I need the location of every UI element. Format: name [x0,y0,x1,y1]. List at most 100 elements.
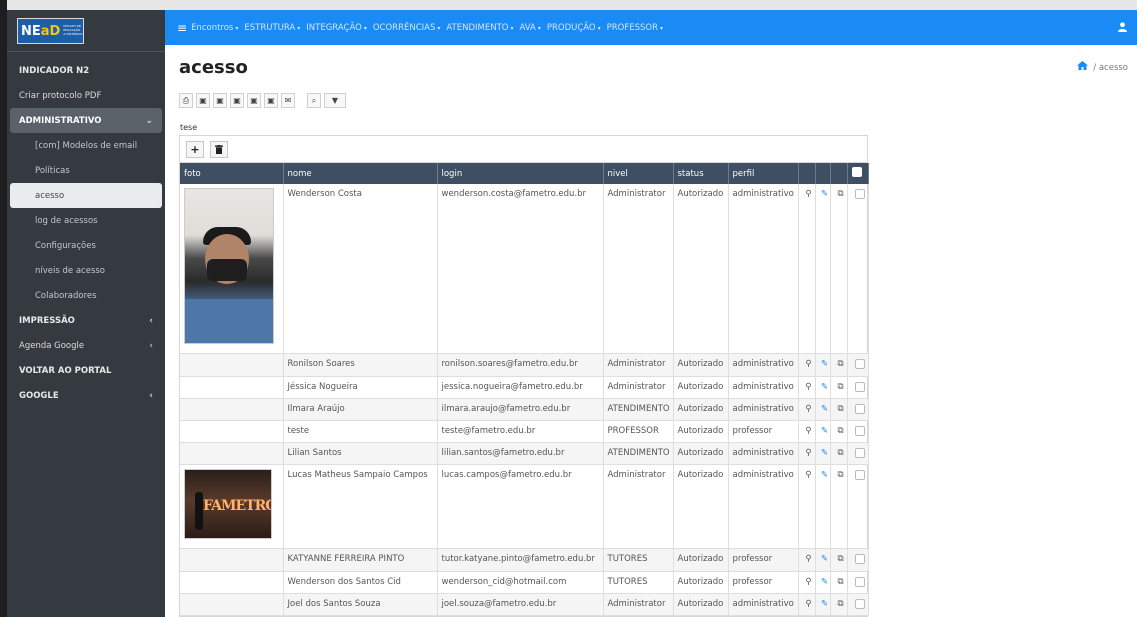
table-row[interactable]: Wenderson dos Santos Cid wenderson_cid@ho… [180,571,869,594]
view-icon[interactable]: ⚲ [798,420,816,443]
sidebar-item-log-de-acessos[interactable]: log de acessos [7,208,165,233]
edit-icon[interactable]: ✎ [815,571,831,594]
edit-icon[interactable]: ✎ [815,442,831,465]
view-icon[interactable]: ⚲ [798,548,816,572]
export-xml-icon[interactable]: ▣ [264,93,278,108]
sidebar-item-google[interactable]: GOOGLE ‹ [7,383,165,408]
view-icon[interactable]: ⚲ [798,398,816,421]
top-navbar: ≡ Encontros ▾ ESTRUTURA ▾ INTEGRAÇÃO ▾ OCORRÊN… [165,10,1137,45]
copy-icon[interactable]: ⧉ [830,548,848,572]
view-icon[interactable]: ⚲ [798,464,816,549]
table-row[interactable]: Jéssica Nogueira jessica.nogueira@fametro… [180,376,869,399]
copy-icon[interactable]: ⧉ [830,376,848,399]
sidebar-item-voltar-ao-portal[interactable]: VOLTAR AO PORTAL [7,358,165,383]
copy-icon[interactable]: ⧉ [830,420,848,443]
sidebar-item-impress-o[interactable]: IMPRESSÃO ‹ [7,308,165,333]
top-menu-atendimento[interactable]: ATENDIMENTO ▾ [446,23,513,33]
row-checkbox[interactable] [854,358,865,369]
edit-icon[interactable]: ✎ [815,353,831,377]
nead-logo[interactable]: NEaD NÚCLEO DE EDUCAÇÃO A DISTÂNCIA [17,18,84,44]
row-checkbox[interactable] [854,381,865,392]
export-xls-icon[interactable]: ▣ [196,93,210,108]
cell-perfil: professor [728,571,799,594]
sidebar-item-colaboradores[interactable]: Colaboradores [7,283,165,308]
sidebar-item-configura-es[interactable]: Configurações [7,233,165,258]
sidebar-item-agenda-google[interactable]: Agenda Google ‹ [7,333,165,358]
table-row[interactable]: Ilmara Araújo ilmara.araujo@fametro.edu.b… [180,398,869,421]
view-icon[interactable]: ⚲ [798,376,816,399]
add-record-button[interactable]: + [186,140,204,158]
sidebar-item-com-modelos-de-email[interactable]: [com] Modelos de email [7,133,165,158]
sidebar-item-pol-ticas[interactable]: Políticas [7,158,165,183]
search-icon[interactable]: ⌕ [307,93,321,108]
top-menu-ocorrencias[interactable]: OCORRÊNCIAS ▾ [373,23,441,33]
sidebar-item-n-veis-de-acesso[interactable]: níveis de acesso [7,258,165,283]
row-checkbox[interactable] [854,425,865,436]
sidebar-item-administrativo[interactable]: ADMINISTRATIVO ⌄ [10,108,162,133]
hamburger-menu-icon[interactable]: ≡ [177,21,187,35]
select-cell [847,184,869,354]
sidebar-item-criar-protocolo-pdf[interactable]: Criar protocolo PDF [7,83,165,108]
row-checkbox[interactable] [854,189,865,199]
view-icon[interactable]: ⚲ [798,593,816,616]
logo-area[interactable]: NEaD NÚCLEO DE EDUCAÇÃO A DISTÂNCIA [7,10,165,52]
top-menu-producao[interactable]: PRODUÇÃO ▾ [547,23,601,33]
sidebar-item-indicador-n2[interactable]: INDICADOR N2 [7,58,165,83]
copy-icon[interactable]: ⧉ [830,353,848,377]
view-icon[interactable]: ⚲ [798,184,816,354]
table-row[interactable]: Joel dos Santos Souza joel.souza@fametro.… [180,593,869,616]
edit-icon[interactable]: ✎ [815,548,831,572]
column-header-status[interactable]: status [673,163,729,184]
table-row[interactable]: Wenderson Costa wenderson.costa@fametro.e… [180,184,869,354]
row-checkbox[interactable] [854,576,865,587]
export-pdf-icon[interactable]: ▣ [230,93,244,108]
filter-icon[interactable]: ▼ [324,93,346,108]
copy-icon[interactable]: ⧉ [830,184,848,354]
edit-icon[interactable]: ✎ [815,464,831,549]
view-icon[interactable]: ⚲ [798,442,816,465]
copy-icon[interactable]: ⧉ [830,464,848,549]
table-row[interactable]: FAMETRO Lucas Matheus Sampaio Campos lucas… [180,464,869,549]
top-menu-encontros[interactable]: Encontros ▾ [191,23,238,33]
sidebar-item-acesso[interactable]: acesso [10,183,162,208]
row-checkbox[interactable] [854,553,865,564]
user-icon[interactable] [1118,22,1127,35]
copy-icon[interactable]: ⧉ [830,398,848,421]
email-icon[interactable]: ✉ [281,93,295,108]
edit-icon[interactable]: ✎ [815,420,831,443]
row-checkbox[interactable] [854,598,865,609]
photo-cell [180,420,284,443]
edit-icon[interactable]: ✎ [815,593,831,616]
top-menu-integracao[interactable]: INTEGRAÇÃO ▾ [306,23,367,33]
view-icon[interactable]: ⚲ [798,353,816,377]
select-all-checkbox[interactable] [851,167,862,177]
row-checkbox[interactable] [854,447,865,458]
column-header-nivel[interactable]: nivel [603,163,674,184]
table-row[interactable]: KATYANNE FERREIRA PINTO tutor.katyane.pin… [180,548,869,572]
top-menu-estrutura[interactable]: ESTRUTURA ▾ [244,23,300,33]
edit-icon[interactable]: ✎ [815,376,831,399]
column-header-perfil[interactable]: perfil [728,163,799,184]
export-doc-icon[interactable]: ▣ [213,93,227,108]
photo-cell [180,548,284,572]
table-row[interactable]: teste teste@fametro.edu.br PROFESSOR Autori… [180,420,869,443]
export-csv-icon[interactable]: ▣ [247,93,261,108]
copy-icon[interactable]: ⧉ [830,442,848,465]
row-checkbox[interactable] [854,403,865,414]
view-icon[interactable]: ⚲ [798,571,816,594]
column-header-nome[interactable]: nome [283,163,438,184]
table-row[interactable]: Lilian Santos lilian.santos@fametro.edu.b… [180,442,869,465]
column-header-login[interactable]: login [437,163,604,184]
top-menu-ava[interactable]: AVA ▾ [519,23,540,33]
home-icon[interactable] [1076,61,1091,73]
copy-icon[interactable]: ⧉ [830,593,848,616]
top-menu-professor[interactable]: PROFESSOR ▾ [607,23,663,33]
edit-icon[interactable]: ✎ [815,184,831,354]
edit-icon[interactable]: ✎ [815,398,831,421]
copy-icon[interactable]: ⧉ [830,571,848,594]
column-header-foto[interactable]: foto [180,163,284,184]
print-icon[interactable]: ⎙ [179,93,193,108]
delete-record-button[interactable] [210,140,228,158]
table-row[interactable]: Ronilson Soares ronilson.soares@fametro.e… [180,353,869,377]
row-checkbox[interactable] [854,469,865,480]
